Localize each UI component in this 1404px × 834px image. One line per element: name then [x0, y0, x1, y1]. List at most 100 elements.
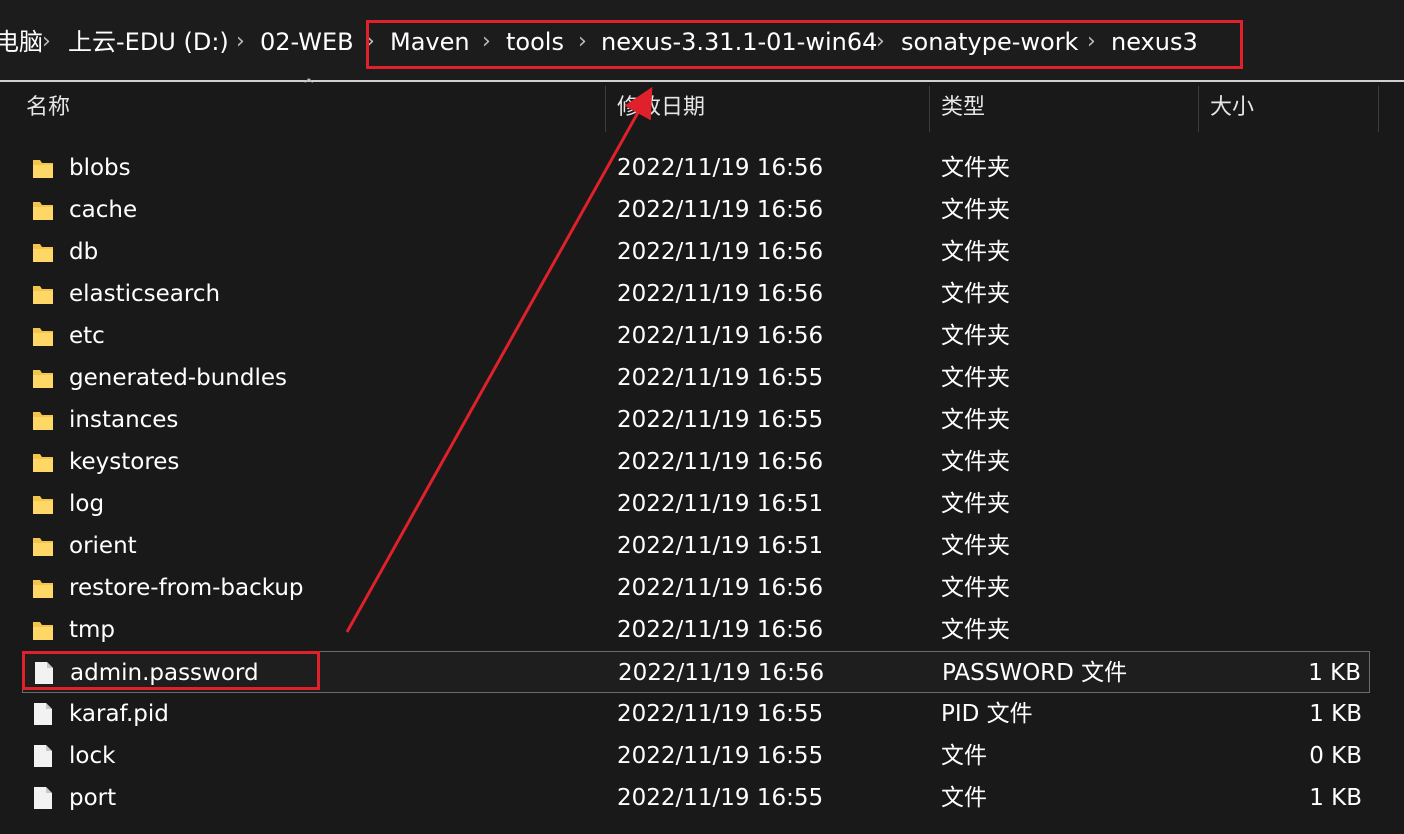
file-name: tmp — [69, 617, 116, 643]
folder-icon — [32, 408, 54, 432]
folder-icon — [32, 324, 54, 348]
file-row[interactable]: restore-from-backup 2022/11/19 16:56 文件夹 — [22, 567, 1370, 609]
breadcrumb-item[interactable]: 02-WEB — [260, 24, 354, 60]
file-row[interactable]: db 2022/11/19 16:56 文件夹 — [22, 231, 1370, 273]
file-row[interactable]: cache 2022/11/19 16:56 文件夹 — [22, 189, 1370, 231]
breadcrumb-item[interactable]: Maven — [390, 24, 470, 60]
chevron-right-icon[interactable]: › — [482, 24, 491, 60]
file-name: keystores — [69, 449, 180, 475]
file-modified: 2022/11/19 16:55 — [617, 407, 824, 433]
file-type: 文件夹 — [941, 449, 1010, 475]
file-type: 文件夹 — [941, 617, 1010, 643]
file-icon — [32, 702, 54, 726]
file-modified: 2022/11/19 16:56 — [617, 575, 824, 601]
chevron-right-icon[interactable]: › — [366, 24, 375, 60]
breadcrumb-item[interactable]: tools — [506, 24, 564, 60]
file-name: restore-from-backup — [69, 575, 304, 601]
folder-icon — [32, 450, 54, 474]
folder-icon — [32, 618, 54, 642]
column-header-modified[interactable]: 修改日期 — [617, 82, 705, 134]
file-type: 文件 — [941, 743, 987, 769]
folder-icon — [32, 492, 54, 516]
file-row[interactable]: instances 2022/11/19 16:55 文件夹 — [22, 399, 1370, 441]
file-modified: 2022/11/19 16:56 — [617, 197, 824, 223]
chevron-right-icon[interactable]: › — [1087, 24, 1096, 60]
file-type: 文件夹 — [941, 575, 1010, 601]
file-type: 文件夹 — [941, 155, 1010, 181]
file-type: PASSWORD 文件 — [942, 660, 1128, 686]
file-name: port — [69, 785, 117, 811]
file-size: 1 KB — [1308, 660, 1361, 686]
column-separator[interactable] — [1198, 86, 1199, 132]
file-name: lock — [69, 743, 116, 769]
folder-icon — [32, 198, 54, 222]
file-modified: 2022/11/19 16:51 — [617, 491, 824, 517]
file-name: blobs — [69, 155, 131, 181]
file-modified: 2022/11/19 16:56 — [617, 617, 824, 643]
chevron-right-icon[interactable]: › — [42, 24, 51, 60]
file-type: 文件夹 — [941, 491, 1010, 517]
file-row[interactable]: keystores 2022/11/19 16:56 文件夹 — [22, 441, 1370, 483]
file-row[interactable]: elasticsearch 2022/11/19 16:56 文件夹 — [22, 273, 1370, 315]
file-type: PID 文件 — [941, 701, 1033, 727]
file-name: etc — [69, 323, 105, 349]
chevron-right-icon[interactable]: › — [236, 24, 245, 60]
column-separator[interactable] — [605, 86, 606, 132]
file-modified: 2022/11/19 16:55 — [617, 701, 824, 727]
chevron-right-icon[interactable]: › — [876, 24, 885, 60]
address-bar[interactable]: 电脑 › 上云-EDU (D:) › 02-WEB › Maven › tools › nexus-… — [0, 0, 1404, 80]
file-name: karaf.pid — [69, 701, 169, 727]
file-type: 文件夹 — [941, 365, 1010, 391]
folder-icon — [32, 576, 54, 600]
file-row[interactable]: orient 2022/11/19 16:51 文件夹 — [22, 525, 1370, 567]
file-modified: 2022/11/19 16:56 — [617, 323, 824, 349]
column-separator[interactable] — [1378, 86, 1379, 132]
folder-icon — [32, 240, 54, 264]
file-modified: 2022/11/19 16:56 — [617, 281, 824, 307]
column-header-name[interactable]: 名称 — [26, 82, 70, 134]
file-row[interactable]: tmp 2022/11/19 16:56 文件夹 — [22, 609, 1370, 651]
file-name: db — [69, 239, 99, 265]
file-row[interactable]: etc 2022/11/19 16:56 文件夹 — [22, 315, 1370, 357]
file-row[interactable]: port 2022/11/19 16:55 文件 1 KB — [22, 777, 1370, 819]
column-header-size[interactable]: 大小 — [1210, 82, 1254, 134]
file-type: 文件夹 — [941, 239, 1010, 265]
file-modified: 2022/11/19 16:55 — [617, 743, 824, 769]
file-type: 文件夹 — [941, 407, 1010, 433]
file-row[interactable]: generated-bundles 2022/11/19 16:55 文件夹 — [22, 357, 1370, 399]
breadcrumb-item[interactable]: nexus3 — [1111, 24, 1198, 60]
breadcrumb-item[interactable]: sonatype-work — [901, 24, 1078, 60]
file-name: log — [69, 491, 105, 517]
folder-icon — [32, 282, 54, 306]
file-name: elasticsearch — [69, 281, 221, 307]
file-modified: 2022/11/19 16:56 — [618, 660, 825, 686]
chevron-right-icon[interactable]: › — [578, 24, 587, 60]
file-row[interactable]: lock 2022/11/19 16:55 文件 0 KB — [22, 735, 1370, 777]
sort-ascending-icon: ^ — [303, 77, 315, 93]
file-row[interactable]: admin.password 2022/11/19 16:56 PASSWORD 文… — [22, 651, 1370, 693]
breadcrumb-item[interactable]: 上云-EDU (D:) — [68, 24, 229, 60]
file-name: admin.password — [70, 660, 259, 686]
file-size: 1 KB — [1309, 785, 1362, 811]
file-row[interactable]: karaf.pid 2022/11/19 16:55 PID 文件 1 KB — [22, 693, 1370, 735]
breadcrumb-item[interactable]: nexus-3.31.1-01-win64 — [601, 24, 877, 60]
folder-icon — [32, 534, 54, 558]
file-row[interactable]: log 2022/11/19 16:51 文件夹 — [22, 483, 1370, 525]
file-modified: 2022/11/19 16:51 — [617, 533, 824, 559]
file-type: 文件夹 — [941, 281, 1010, 307]
column-header-type[interactable]: 类型 — [941, 82, 985, 134]
file-modified: 2022/11/19 16:55 — [617, 785, 824, 811]
file-modified: 2022/11/19 16:56 — [617, 239, 824, 265]
file-name: generated-bundles — [69, 365, 287, 391]
column-separator[interactable] — [929, 86, 930, 132]
file-type: 文件 — [941, 785, 987, 811]
breadcrumb-item[interactable]: 电脑 — [0, 24, 43, 60]
file-name: instances — [69, 407, 179, 433]
file-type: 文件夹 — [941, 533, 1010, 559]
file-modified: 2022/11/19 16:56 — [617, 449, 824, 475]
file-name: cache — [69, 197, 138, 223]
file-size: 0 KB — [1309, 743, 1362, 769]
file-type: 文件夹 — [941, 323, 1010, 349]
file-type: 文件夹 — [941, 197, 1010, 223]
file-row[interactable]: blobs 2022/11/19 16:56 文件夹 — [22, 147, 1370, 189]
